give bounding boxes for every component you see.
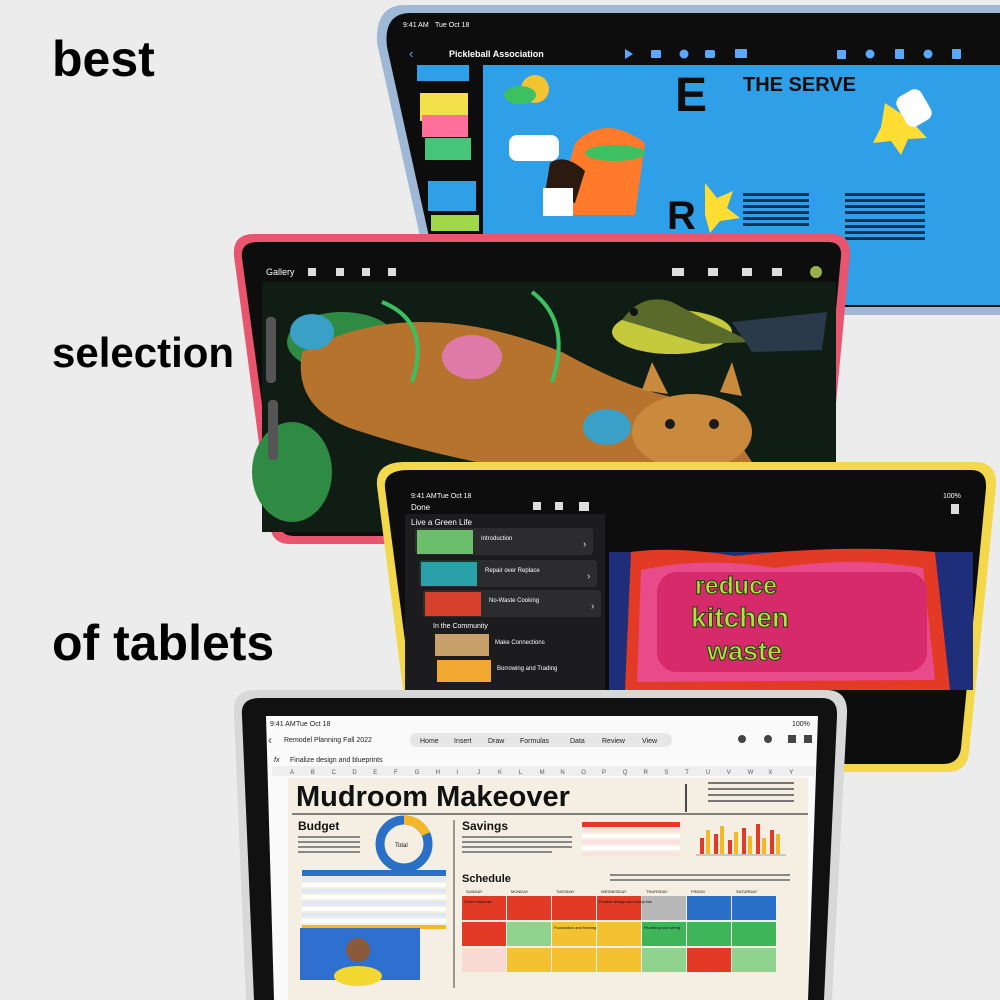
schedule-cell-text: Finalize design and blueprints [599,899,652,904]
column-header[interactable]: K [498,770,502,776]
yellow-video-artwork: reduce kitchen waste [609,548,973,690]
column-header[interactable]: H [436,770,440,776]
silver-status-time: 9:41 AM [270,721,296,728]
silver-schedule-grid: Order materials Foundation and framing F… [462,896,776,972]
silver-formula-input[interactable]: Finalize design and blueprints [290,757,383,764]
weekday-header: WEDNESDAY [601,889,627,894]
yellow-episode-row[interactable]: No-Waste Cooking › [423,590,601,617]
silver-donut-label: Total [395,843,408,849]
column-header[interactable]: V [727,770,731,776]
yellow-done-button[interactable]: Done [411,503,431,512]
column-header[interactable]: T [685,770,689,776]
yellow-episode-title: No-Waste Cooking [489,598,539,604]
yellow-playlist-title: Live a Green Life [411,518,472,527]
column-header[interactable]: U [706,770,710,776]
pink-brush-size-slider[interactable] [266,317,276,383]
silver-sheet-title: Mudroom Makeover [296,781,570,813]
ribbon-tab-draw: Draw [488,738,505,745]
yellow-episode-title: Repair over Replace [485,568,540,574]
headline-best: best [52,31,155,87]
blue-letter-e: E [675,69,707,122]
ribbon-tab-view: View [642,738,658,745]
yellow-episode-title: Introduction [481,536,512,542]
weekday-header: TUESDAY [556,889,575,894]
ribbon-tab-data: Data [570,738,585,745]
column-header[interactable]: A [290,770,294,776]
column-header[interactable]: O [581,770,586,776]
column-header[interactable]: C [332,770,337,776]
svg-text:›: › [587,571,590,582]
column-header[interactable]: S [664,770,668,776]
column-header[interactable]: N [560,770,564,776]
weekday-header: SUNDAY [466,889,483,894]
silver-doc-title: Remodel Planning Fall 2022 [284,737,372,744]
column-header[interactable]: X [768,770,772,776]
blue-back-icon[interactable]: ‹ [409,46,413,61]
column-header[interactable]: D [352,770,357,776]
schedule-cell-text: Foundation and framing [554,925,596,930]
blue-status-time: 9:41 AM [403,22,429,29]
column-header[interactable]: P [602,770,606,776]
column-header[interactable]: Y [789,770,793,776]
yellow-community-heading: In the Community [433,623,488,630]
silver-sheet-content: Mudroom Makeover Budget Total Savings Sc… [288,778,808,1000]
blue-slide-heading: THE SERVE [743,74,856,96]
schedule-cell-text: Plumbing and wiring [644,925,680,930]
column-header[interactable]: F [394,770,398,776]
pink-opacity-slider[interactable] [268,400,278,460]
blue-doc-title: Pickleball Association [449,49,544,59]
ribbon-tab-review: Review [602,738,626,745]
weekday-header: MONDAY [511,889,529,894]
column-header[interactable]: R [644,770,649,776]
headline-of-tablets: of tablets [52,615,275,671]
weekday-header: THURSDAY [646,889,668,894]
yellow-art-word-reduce: reduce [695,572,777,600]
silver-ribbon-tabs[interactable]: Home Insert Draw Formulas Data Review Vi… [420,738,658,745]
silver-status-date: Tue Oct 18 [296,721,330,728]
column-header[interactable]: B [311,770,315,776]
ribbon-tab-home: Home [420,738,439,745]
yellow-art-word-kitchen: kitchen [691,602,789,633]
column-header[interactable]: Q [623,770,628,776]
blue-status-date: Tue Oct 18 [435,22,469,29]
column-header[interactable]: J [477,770,480,776]
silver-schedule-heading: Schedule [462,873,511,885]
yellow-art-word-waste: waste [706,636,782,666]
weekday-header: SATURDAY [736,889,758,894]
yellow-battery: 100% [943,493,961,500]
silver-back-icon[interactable]: ‹ [268,733,272,747]
column-header[interactable]: W [748,770,754,776]
column-header[interactable]: G [415,770,420,776]
column-header[interactable]: M [540,770,545,776]
silver-budget-heading: Budget [298,819,339,833]
silver-savings-heading: Savings [462,819,508,833]
yellow-status-time: 9:41 AM [411,493,437,500]
pink-gallery-menu[interactable]: Gallery [266,267,295,277]
weekday-header: FRIDAY [691,889,706,894]
yellow-community-title: Borrowing and Trading [497,666,557,672]
tablet-silver-spreadsheet: 9:41 AM Tue Oct 18 100% ‹ Remodel Planni… [233,690,848,1000]
schedule-cell-text: Order materials [464,899,492,904]
svg-text:›: › [583,539,586,550]
ribbon-tab-formulas: Formulas [520,738,550,745]
svg-text:›: › [591,601,594,612]
yellow-community-title: Make Connections [495,640,545,646]
yellow-episode-row[interactable]: Introduction › [415,528,593,555]
yellow-episode-row[interactable]: Repair over Replace › [419,560,597,587]
column-header[interactable]: E [373,770,377,776]
ribbon-tab-insert: Insert [454,738,472,745]
headline-selection: selection [52,329,235,376]
silver-battery: 100% [792,721,810,728]
yellow-status-date: Tue Oct 18 [437,493,471,500]
silver-formula-label: fx [274,757,280,764]
